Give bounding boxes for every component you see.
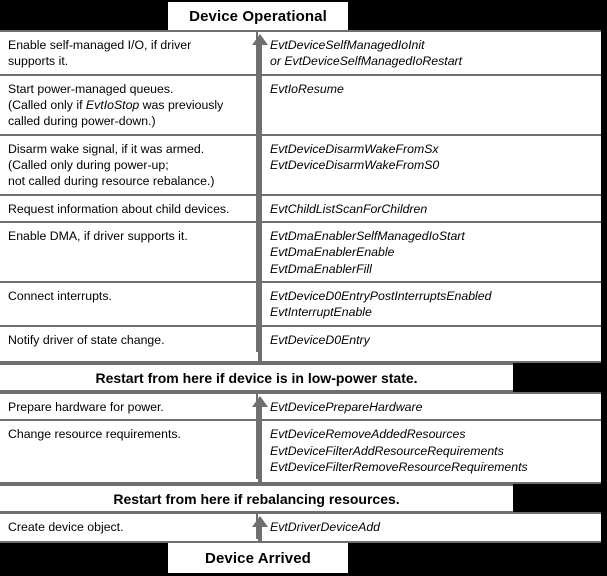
table-row: Enable DMA, if driver supports it. EvtDm… xyxy=(0,223,601,284)
callback-line: EvtDeviceDisarmWakeFromS0 xyxy=(270,158,440,173)
callback-line: EvtDmaEnablerEnable xyxy=(270,245,395,260)
table-row: Enable self-managed I/O, if driver suppo… xyxy=(0,32,601,76)
state-box-device-arrived-label: Device Arrived xyxy=(205,549,311,567)
task-cell: Disarm wake signal, if it was armed. (Ca… xyxy=(0,135,258,194)
callback-line: EvtIoResume xyxy=(270,81,344,96)
lower-sequence-table: Create device object. EvtDriverDeviceAdd xyxy=(0,512,601,543)
middle-sequence-table: Prepare hardware for power. EvtDevicePre… xyxy=(0,392,601,484)
table-row: Request information about child devices.… xyxy=(0,195,601,224)
callback-cell: EvtDeviceD0EntryPostInterruptsEnabled Ev… xyxy=(258,283,601,325)
task-line: (Called only if EvtIoStop was previously xyxy=(8,98,224,113)
task-cell: Start power-managed queues. (Called only… xyxy=(0,75,258,134)
task-cell: Prepare hardware for power. xyxy=(0,394,258,420)
task-line: Enable DMA, if driver supports it. xyxy=(8,229,188,244)
callback-cell: EvtDriverDeviceAdd xyxy=(258,514,601,539)
callback-cell: EvtIoResume xyxy=(258,76,601,134)
callback-line: EvtDeviceD0EntryPostInterruptsEnabled xyxy=(270,289,492,304)
callback-cell: EvtDmaEnablerSelfManagedIoStart EvtDmaEn… xyxy=(258,223,601,281)
upper-sequence-table: Enable self-managed I/O, if driver suppo… xyxy=(0,30,601,363)
callback-line: EvtDeviceRemoveAddedResources xyxy=(270,427,466,442)
callback-line: or EvtDeviceSelfManagedIoRestart xyxy=(270,54,463,69)
table-row: Notify driver of state change. EvtDevice… xyxy=(0,326,601,353)
state-box-device-operational-label: Device Operational xyxy=(189,7,327,25)
callback-line: EvtDeviceFilterAddResourceRequirements xyxy=(270,443,504,458)
device-startup-sequence-diagram: Device Operational Enable self-managed I… xyxy=(0,0,607,576)
table-row: Start power-managed queues. (Called only… xyxy=(0,75,601,136)
callback-line: EvtInterruptEnable xyxy=(270,305,372,320)
task-line: Enable self-managed I/O, if driver xyxy=(8,38,192,52)
callback-cell: EvtChildListScanForChildren xyxy=(258,196,601,221)
task-line: (Called only during power-up; xyxy=(8,158,169,173)
task-line: Disarm wake signal, if it was armed. xyxy=(8,141,205,156)
task-cell: Create device object. xyxy=(0,514,258,540)
task-cell: Connect interrupts. xyxy=(0,283,258,325)
task-cell: Enable self-managed I/O, if driver suppo… xyxy=(0,32,258,74)
task-cell: Request information about child devices. xyxy=(0,195,258,222)
table-row: Create device object. EvtDriverDeviceAdd xyxy=(0,514,601,540)
task-cell: Enable DMA, if driver supports it. xyxy=(0,223,258,282)
task-inline-callback: EvtIoStop xyxy=(85,98,140,113)
restart-banner-low-power-label: Restart from here if device is in low-po… xyxy=(95,369,418,386)
table-row: Connect interrupts. EvtDeviceD0EntryPost… xyxy=(0,283,601,327)
callback-line: EvtDevicePrepareHardware xyxy=(270,400,423,414)
callback-line: EvtDmaEnablerFill xyxy=(270,261,372,276)
callback-line: EvtDeviceFilterRemoveResourceRequirement… xyxy=(270,460,528,475)
state-box-device-arrived: Device Arrived xyxy=(168,543,348,573)
callback-line: EvtDeviceD0Entry xyxy=(270,332,370,347)
task-line: supports it. xyxy=(8,54,69,69)
task-line: not called during resource rebalance.) xyxy=(8,174,215,189)
task-line: Start power-managed queues. xyxy=(8,81,174,96)
task-line: Notify driver of state change. xyxy=(8,332,165,347)
restart-banner-rebalance: Restart from here if rebalancing resourc… xyxy=(0,484,513,513)
table-row: Change resource requirements. EvtDeviceR… xyxy=(0,421,601,480)
state-box-device-operational: Device Operational xyxy=(168,2,348,30)
callback-cell: EvtDeviceDisarmWakeFromSx EvtDeviceDisar… xyxy=(258,136,601,194)
task-line: Request information about child devices. xyxy=(8,201,230,216)
task-line: Create device object. xyxy=(8,520,124,534)
callback-line: EvtDeviceSelfManagedIoInit xyxy=(270,38,425,52)
task-line: Connect interrupts. xyxy=(8,289,112,304)
table-row: Prepare hardware for power. EvtDevicePre… xyxy=(0,394,601,422)
task-line: Prepare hardware for power. xyxy=(8,400,164,414)
callback-cell: EvtDeviceRemoveAddedResources EvtDeviceF… xyxy=(258,421,601,479)
restart-banner-rebalance-label: Restart from here if rebalancing resourc… xyxy=(113,490,400,507)
task-cell: Notify driver of state change. xyxy=(0,326,258,353)
restart-banner-low-power: Restart from here if device is in low-po… xyxy=(0,363,513,392)
task-line: Change resource requirements. xyxy=(8,427,181,442)
task-line: called during power-down.) xyxy=(8,114,156,129)
task-cell: Change resource requirements. xyxy=(0,421,258,480)
callback-line: EvtDmaEnablerSelfManagedIoStart xyxy=(270,229,465,244)
callback-line: EvtDriverDeviceAdd xyxy=(270,520,381,534)
table-row: Disarm wake signal, if it was armed. (Ca… xyxy=(0,135,601,196)
callback-line: EvtChildListScanForChildren xyxy=(270,201,428,216)
callback-cell: EvtDeviceSelfManagedIoInit or EvtDeviceS… xyxy=(258,32,601,74)
callback-cell: EvtDeviceD0Entry xyxy=(258,327,601,352)
callback-line: EvtDeviceDisarmWakeFromSx xyxy=(270,141,439,156)
callback-cell: EvtDevicePrepareHardware xyxy=(258,394,601,419)
